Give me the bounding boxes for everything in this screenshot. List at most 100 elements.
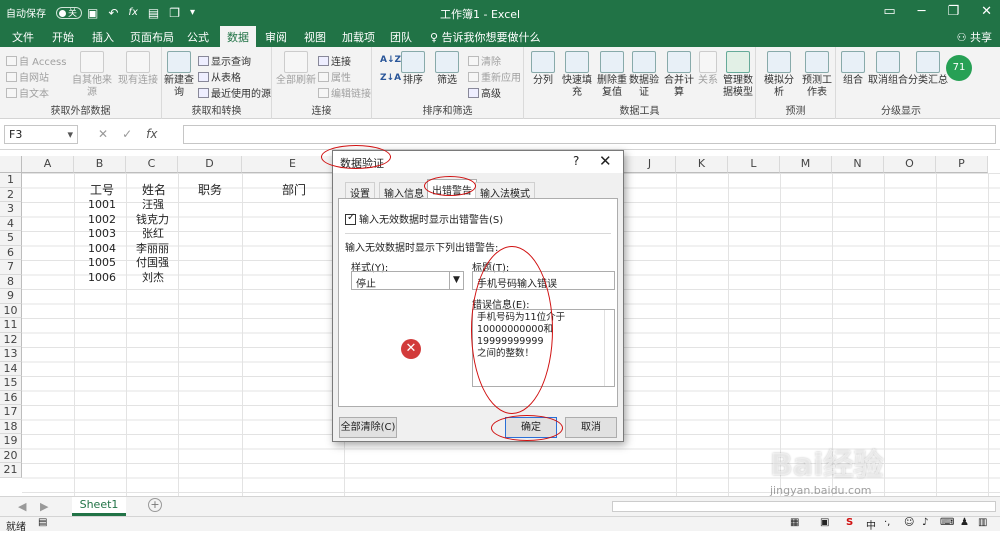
filter-button[interactable]: 筛选 — [430, 51, 464, 87]
row-header[interactable]: 20 — [0, 448, 22, 463]
prev-sheet-icon[interactable]: ◀ — [18, 500, 26, 513]
existing-connections-button[interactable]: 现有连接 — [116, 51, 160, 87]
tab-view[interactable]: 视图 — [304, 29, 326, 45]
dialog-close-icon[interactable]: ✕ — [599, 152, 612, 170]
normal-view-icon[interactable]: ▦ — [790, 517, 799, 528]
microphone-icon[interactable]: ♪ — [922, 517, 928, 528]
textarea-scrollbar[interactable] — [604, 310, 614, 386]
cell-id[interactable]: 1001 — [88, 198, 116, 212]
row-header[interactable]: 13 — [0, 347, 22, 362]
consolidate-button[interactable]: 合并计算 — [660, 51, 698, 99]
data-validation-button[interactable]: 数据验证 — [628, 51, 660, 99]
skin-icon[interactable]: ▥ — [978, 517, 987, 528]
header-id[interactable]: 工号 — [90, 183, 114, 197]
refresh-all-button[interactable]: 全部刷新 — [276, 51, 316, 87]
row-header[interactable]: 15 — [0, 376, 22, 391]
select-all-corner[interactable] — [0, 156, 22, 173]
maximize-icon[interactable]: ❐ — [947, 4, 959, 19]
cell-name[interactable]: 李丽丽 — [136, 242, 169, 256]
from-other-sources-button[interactable]: 自其他来源 — [72, 51, 112, 99]
properties-button[interactable]: 属性 — [318, 69, 351, 84]
tab-data[interactable]: 数据 — [220, 26, 256, 47]
close-icon[interactable]: ✕ — [981, 4, 992, 19]
header-name[interactable]: 姓名 — [142, 183, 166, 197]
cell-id[interactable]: 1004 — [88, 242, 116, 256]
keyboard-icon[interactable]: ⌨ — [940, 517, 954, 528]
tab-review[interactable]: 审阅 — [265, 29, 287, 45]
row-header[interactable]: 5 — [0, 231, 22, 246]
column-header-a[interactable]: A — [22, 156, 74, 173]
ungroup-button[interactable]: 取消组合 — [868, 51, 908, 87]
cell-id[interactable]: 1002 — [88, 213, 116, 227]
formula-input[interactable] — [183, 125, 996, 144]
edit-links-button[interactable]: 编辑链接 — [318, 85, 371, 100]
save-icon[interactable]: ▣ — [87, 6, 98, 20]
tab-home[interactable]: 开始 — [52, 29, 74, 45]
tab-file[interactable]: 文件 — [12, 29, 34, 45]
column-header-n[interactable]: N — [832, 156, 884, 173]
advanced-button[interactable]: 高级 — [468, 85, 501, 100]
cell-name[interactable]: 付国强 — [136, 256, 169, 270]
relationships-button[interactable]: 关系 — [696, 51, 720, 87]
row-header[interactable]: 4 — [0, 216, 22, 231]
cell-id[interactable]: 1005 — [88, 256, 116, 270]
row-header[interactable]: 2 — [0, 187, 22, 202]
autosave-toggle[interactable] — [56, 6, 82, 19]
row-header[interactable]: 1 — [0, 173, 22, 188]
avatar[interactable]: 71 — [946, 55, 972, 81]
sheet-tab-sheet1[interactable]: Sheet1 — [72, 497, 126, 516]
column-header-c[interactable]: C — [126, 156, 178, 173]
cell-name[interactable]: 汪强 — [142, 198, 164, 212]
column-header-j[interactable]: J — [624, 156, 676, 173]
tab-input-message[interactable]: 输入信息 — [379, 182, 429, 200]
row-header[interactable]: 10 — [0, 303, 22, 318]
clear-button[interactable]: 清除 — [468, 53, 501, 68]
column-header-d[interactable]: D — [178, 156, 242, 173]
cell-name[interactable]: 张红 — [142, 227, 164, 241]
minimize-icon[interactable]: ─ — [918, 4, 926, 19]
row-header[interactable]: 14 — [0, 361, 22, 376]
open-folder-icon[interactable]: ▤ — [148, 6, 159, 20]
enter-icon[interactable]: ✓ — [122, 127, 132, 141]
cell-name[interactable]: 钱克力 — [136, 213, 169, 227]
row-header[interactable]: 9 — [0, 289, 22, 304]
tab-addins[interactable]: 加载项 — [342, 29, 375, 45]
row-header[interactable]: 8 — [0, 274, 22, 289]
from-web-button[interactable]: 自网站 — [6, 69, 49, 84]
tab-formulas[interactable]: 公式 — [187, 29, 209, 45]
row-header[interactable]: 21 — [0, 463, 22, 478]
customize-icon[interactable]: ▾ — [190, 7, 195, 18]
row-header[interactable]: 18 — [0, 419, 22, 434]
emoji-icon[interactable]: ☺ — [904, 517, 914, 528]
show-queries-button[interactable]: 显示查询 — [198, 53, 251, 68]
group-button[interactable]: 组合 — [838, 51, 868, 87]
flash-fill-button[interactable]: 快速填充 — [558, 51, 596, 99]
header-department[interactable]: 部门 — [282, 183, 306, 197]
tab-insert[interactable]: 插入 — [92, 29, 114, 45]
user-icon[interactable]: ♟ — [960, 517, 969, 528]
forecast-sheet-button[interactable]: 预测工作表 — [800, 51, 834, 99]
column-header-p[interactable]: P — [936, 156, 988, 173]
ime-s-icon[interactable]: S — [846, 517, 853, 528]
column-header-k[interactable]: K — [676, 156, 728, 173]
text-to-columns-button[interactable]: 分列 — [526, 51, 560, 87]
from-access-button[interactable]: 自 Access — [6, 53, 66, 68]
new-query-button[interactable]: 新建查询 — [164, 51, 194, 99]
cancel-button[interactable]: 取消 — [565, 417, 617, 438]
from-text-button[interactable]: 自文本 — [6, 85, 49, 100]
subtotal-button[interactable]: 分类汇总 — [908, 51, 948, 87]
clear-all-button[interactable]: 全部清除(C) — [339, 417, 397, 438]
connections-button[interactable]: 连接 — [318, 53, 351, 68]
name-box[interactable]: F3 — [4, 125, 78, 144]
copy-icon[interactable]: ❐ — [169, 6, 180, 20]
column-header-m[interactable]: M — [780, 156, 832, 173]
ribbon-display-icon[interactable]: ▭ — [883, 4, 895, 19]
reapply-button[interactable]: 重新应用 — [468, 69, 521, 84]
row-header[interactable]: 16 — [0, 390, 22, 405]
row-header[interactable]: 17 — [0, 405, 22, 420]
row-header[interactable]: 19 — [0, 434, 22, 449]
manage-data-model-button[interactable]: 管理数据模型 — [722, 51, 754, 99]
undo-icon[interactable]: ↶ — [108, 6, 118, 20]
ime-punct-icon[interactable]: ·, — [884, 517, 890, 528]
header-position[interactable]: 职务 — [198, 183, 222, 197]
